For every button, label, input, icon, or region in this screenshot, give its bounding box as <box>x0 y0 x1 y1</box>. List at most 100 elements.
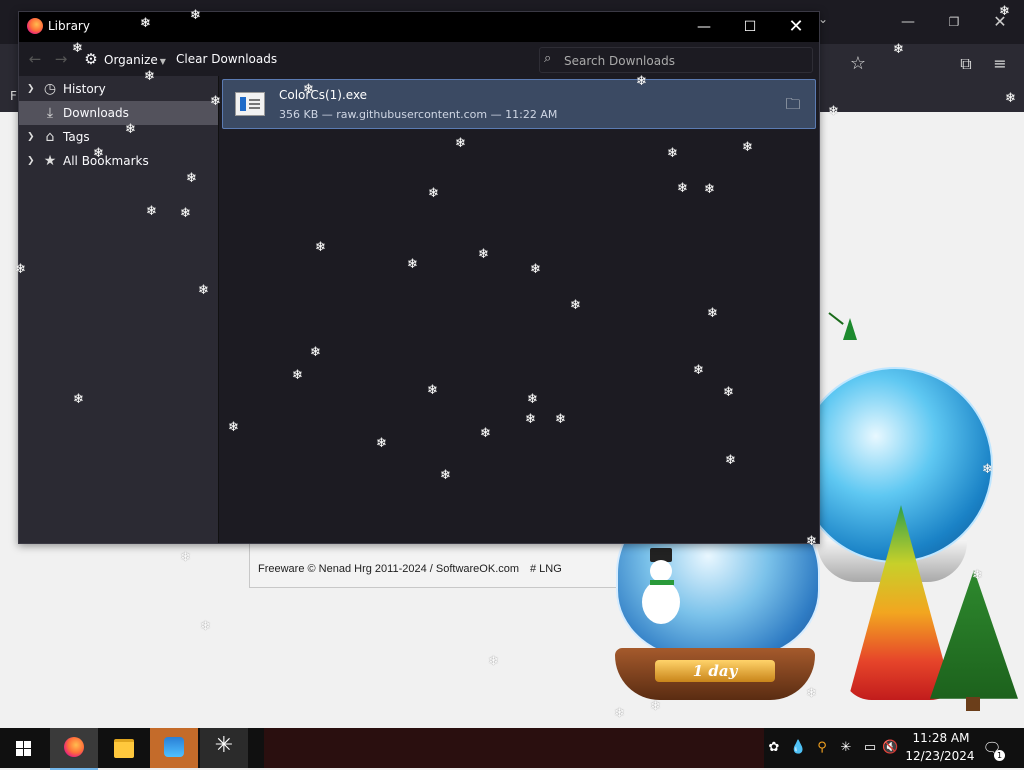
droplet-icon[interactable]: 💧 <box>790 740 806 756</box>
sidebar-item-downloads[interactable]: ⤓ Downloads <box>19 101 218 125</box>
snowflake-icon: ❄ <box>677 181 688 196</box>
snowflake-icon: ❄ <box>525 412 536 427</box>
snowflake-icon: ❄ <box>478 247 489 262</box>
clock-date[interactable]: 12/23/2024 <box>905 749 975 763</box>
sidebar-item-label: All Bookmarks <box>63 154 149 168</box>
library-sidebar: ❯ ◷ History ⤓ Downloads ❯ ⌂ Tags ❯ ★ All… <box>19 76 219 543</box>
snowflake-icon: ❄ <box>440 468 451 483</box>
christmas-tree-trunk <box>966 697 980 711</box>
maximize-button[interactable]: ☐ <box>727 12 773 42</box>
snowflake-icon: ❄ <box>190 8 201 23</box>
snowflake-icon: ✳ <box>214 733 234 758</box>
snowflake-icon: ❄ <box>303 82 314 97</box>
snowflake-icon: ❄ <box>723 385 734 400</box>
snowflake-icon: ❄ <box>828 104 839 119</box>
browser-minimize-button[interactable]: — <box>896 10 920 34</box>
sidebar-item-label: Downloads <box>63 106 129 120</box>
forward-arrow-icon[interactable]: → <box>51 49 71 69</box>
sidebar-item-all-bookmarks[interactable]: ❯ ★ All Bookmarks <box>19 149 218 173</box>
sidebar-item-history[interactable]: ❯ ◷ History <box>19 77 218 101</box>
folder-icon <box>114 739 134 758</box>
clear-downloads-button[interactable]: Clear Downloads <box>176 49 277 69</box>
snowflake-icon: ❄ <box>667 146 678 161</box>
library-window: Library — ☐ ✕ ← → ⚙ Organize ▼ Clear Downl… <box>18 11 820 544</box>
organize-label: Organize <box>104 53 158 67</box>
snowflake-icon: ❄ <box>636 74 647 89</box>
clock-icon: ◷ <box>43 81 57 97</box>
library-titlebar[interactable]: Library — ☐ ✕ <box>19 12 819 42</box>
snowflake-icon: ❄ <box>982 462 993 477</box>
snowflake-icon: ❄ <box>93 146 104 161</box>
taskbar-app[interactable] <box>150 728 198 768</box>
app-icon <box>164 737 184 757</box>
search-tray-icon[interactable]: ⚲ <box>814 740 830 756</box>
chevron-down-icon: ▼ <box>159 57 166 66</box>
snowman-icon <box>640 548 680 630</box>
network-icon[interactable]: ▭ <box>862 740 878 756</box>
download-details: 356 KB — raw.githubusercontent.com — 11:… <box>279 108 558 121</box>
open-folder-icon[interactable]: 🗀 <box>781 92 805 116</box>
volume-muted-icon[interactable]: 🔇 <box>882 740 898 756</box>
snowflake-icon: ❄ <box>310 345 321 360</box>
search-input[interactable] <box>562 50 806 72</box>
minimize-button[interactable]: — <box>681 12 727 42</box>
downloads-list: ColorCs(1).exe 356 KB — raw.githubuserco… <box>219 76 819 543</box>
expand-chevron-icon[interactable]: ❯ <box>27 149 37 173</box>
snowflake-icon: ❄ <box>210 94 221 109</box>
snowflake-icon: ❄ <box>73 392 84 407</box>
app-footer-text: Freeware © Nenad Hrg 2011-2024 / Softwar… <box>258 563 520 575</box>
countdown-plate: 1 day <box>655 660 775 682</box>
snowflake-icon: ❄ <box>999 4 1010 19</box>
expand-chevron-icon[interactable]: ❯ <box>27 125 37 149</box>
taskbar-file-explorer[interactable] <box>100 728 148 768</box>
sidebar-item-label: History <box>63 82 106 96</box>
snowflake-icon: ❄ <box>806 534 817 549</box>
snowflake-icon: ❄ <box>693 363 704 378</box>
window-title: Library <box>48 19 90 33</box>
taskbar-firefox[interactable] <box>50 728 98 770</box>
snowflake-icon: ❄ <box>198 283 209 298</box>
download-icon: ⤓ <box>46 105 54 121</box>
snowflake-icon: ❄ <box>707 306 718 321</box>
language-link[interactable]: # LNG <box>530 563 562 575</box>
snowflake-icon: ❄ <box>742 140 753 155</box>
hamburger-menu-icon[interactable]: ≡ <box>988 52 1012 76</box>
snowflake-icon: ❄ <box>72 41 83 56</box>
snowflake-tray-icon[interactable]: ✳ <box>838 740 854 756</box>
back-arrow-icon[interactable]: ← <box>25 49 45 69</box>
sidebar-item-label: Tags <box>63 130 90 144</box>
snowflake-icon: ❄ <box>140 16 151 31</box>
exe-file-icon <box>235 92 265 116</box>
snowflake-icon: ❄ <box>650 699 661 714</box>
organize-button[interactable]: ⚙ Organize ▼ <box>83 49 166 69</box>
star-icon: ★ <box>43 153 57 169</box>
expand-chevron-icon[interactable]: ❯ <box>27 77 37 101</box>
snowflake-icon: ❄ <box>428 186 439 201</box>
taskbar-empty-area <box>264 728 764 768</box>
start-button[interactable] <box>0 728 48 768</box>
snowflake-icon: ❄ <box>972 568 983 583</box>
sidebar-item-tags[interactable]: ❯ ⌂ Tags <box>19 125 218 149</box>
clock-time[interactable]: 11:28 AM <box>911 731 971 745</box>
snowflake-icon: ❄ <box>570 298 581 313</box>
snowflake-icon: ❄ <box>704 182 715 197</box>
tray-app-icon[interactable]: ✿ <box>766 740 782 756</box>
snowflake-icon: ❄ <box>376 436 387 451</box>
download-filename: ColorCs(1).exe <box>279 88 368 102</box>
bookmark-star-icon[interactable]: ☆ <box>846 52 870 76</box>
browser-restore-button[interactable]: ❐ <box>942 10 966 34</box>
taskbar-snowflake-app[interactable]: ✳ <box>200 728 248 768</box>
snowflake-icon: ❄ <box>427 383 438 398</box>
snowflake-icon: ❄ <box>893 42 904 57</box>
search-icon: ⌕ <box>544 51 552 66</box>
snowflake-icon: ❄ <box>315 240 326 255</box>
close-button[interactable]: ✕ <box>773 12 819 42</box>
snowflake-icon: ❄ <box>1005 91 1016 106</box>
bookmark-item[interactable]: F <box>10 89 17 103</box>
snowflake-icon: ❄ <box>614 706 625 721</box>
search-box[interactable]: ⌕ <box>539 47 813 73</box>
snowflake-icon: ❄ <box>806 686 817 701</box>
snowflake-icon: ❄ <box>228 420 239 435</box>
snowflake-icon: ❄ <box>527 392 538 407</box>
extensions-icon[interactable]: ⧉ <box>954 52 978 76</box>
